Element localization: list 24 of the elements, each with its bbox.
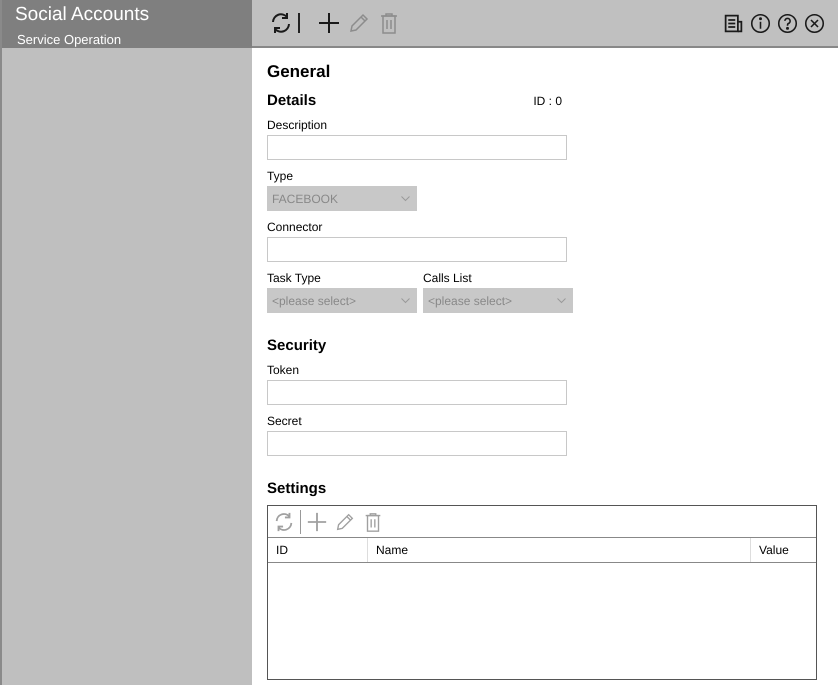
field-label: Calls List [423, 270, 473, 286]
text-field[interactable] [267, 135, 567, 160]
field-label: Token [267, 362, 300, 378]
text-field[interactable] [267, 380, 567, 405]
section-title: Details [267, 92, 316, 109]
chevron-icon [401, 298, 410, 304]
column-header[interactable]: Value [751, 538, 816, 562]
text-field[interactable] [267, 237, 567, 262]
column-header[interactable]: Name [368, 538, 751, 562]
section-title: Settings [267, 480, 328, 497]
field-label: Type [267, 168, 294, 184]
section-title: Security [267, 337, 326, 354]
page-title: General [267, 62, 332, 82]
id-label: ID : 0 [533, 94, 562, 108]
app-title: Social Accounts [15, 4, 150, 26]
app-subtitle: Service Operation [17, 32, 122, 47]
field-label: Connector [267, 219, 324, 235]
text-field[interactable] [267, 431, 567, 456]
chevron-icon [401, 196, 410, 202]
chevron-icon [557, 298, 566, 304]
column-header[interactable]: ID [268, 538, 368, 562]
field-label: Description [267, 117, 328, 133]
field-label: Task Type [267, 270, 322, 286]
field-label: Secret [267, 413, 303, 429]
